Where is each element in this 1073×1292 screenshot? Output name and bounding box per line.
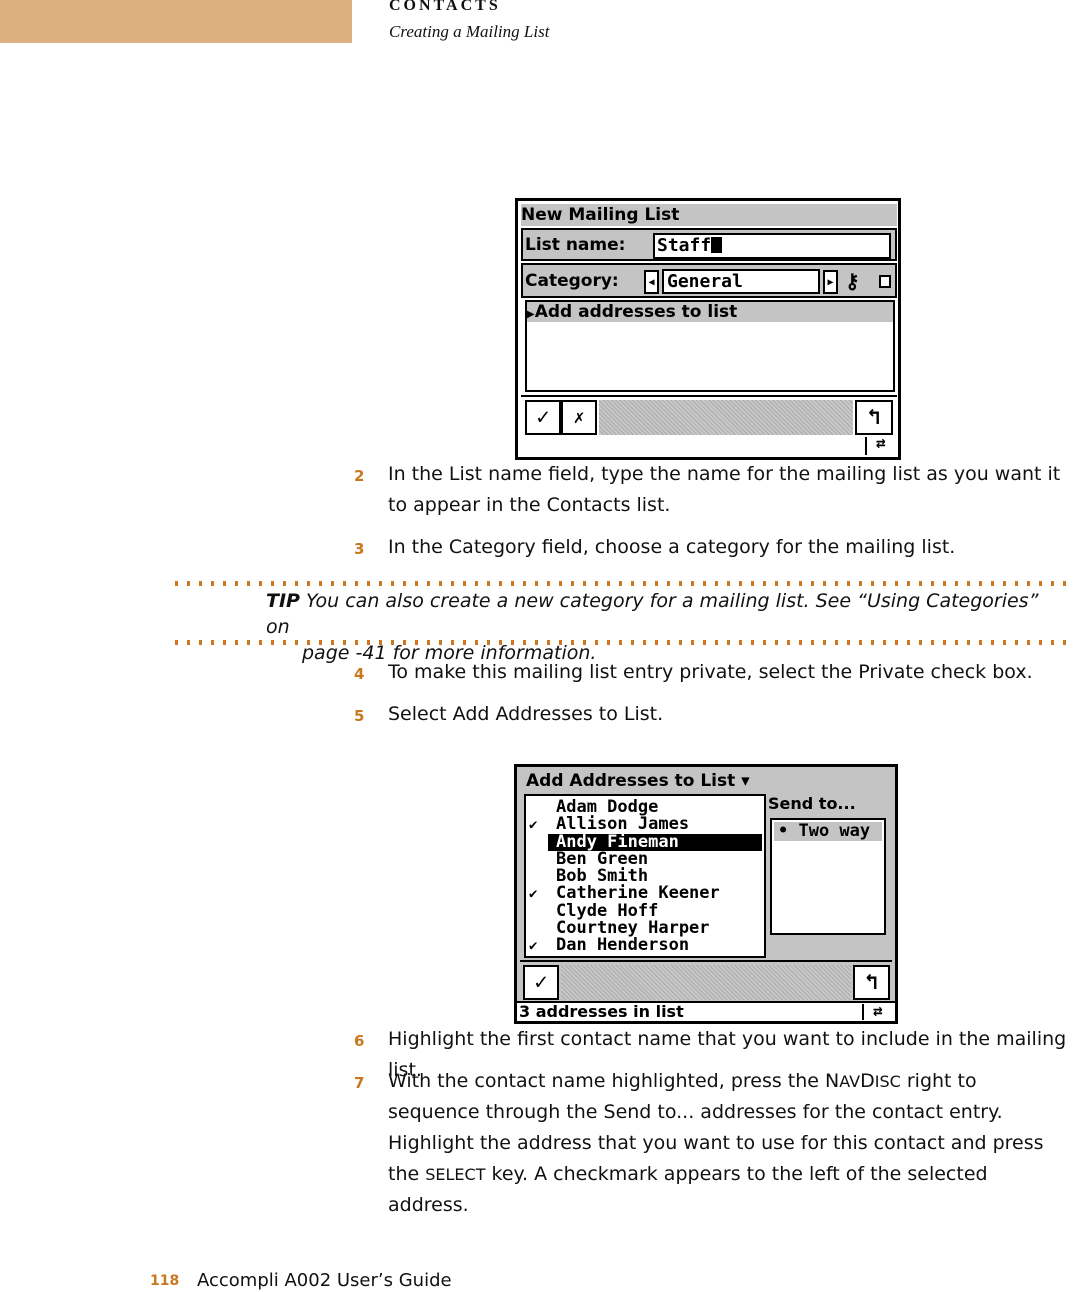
category-next-button[interactable]: ▶	[823, 270, 838, 294]
screen-title[interactable]: Add Addresses to List ▾	[526, 770, 750, 792]
category-select[interactable]: General	[662, 269, 820, 294]
swap-arrows-icon: ⇄	[873, 1001, 883, 1020]
private-checkbox[interactable]	[879, 275, 891, 288]
category-row: Category: ◀ General ▶ ⚷	[521, 263, 897, 298]
contact-row[interactable]: ✔ Allison James	[526, 814, 764, 835]
button-bar-spacer	[599, 400, 853, 435]
checkmark-icon: ✔	[529, 817, 538, 834]
tip-label: TIP	[266, 590, 300, 612]
section-title: CONTACTS	[389, 0, 501, 14]
return-arrow-icon[interactable]: ↰	[855, 400, 893, 435]
contact-name: Allison James	[556, 814, 690, 835]
contact-name: Dan Henderson	[556, 935, 690, 956]
chapter-tab	[0, 0, 352, 43]
send-to-list[interactable]: • Two way	[770, 818, 886, 935]
send-to-option[interactable]: • Two way	[774, 822, 882, 841]
step-4: 4 To make this mailing list entry private…	[354, 661, 1033, 683]
category-prev-button[interactable]: ◀	[644, 270, 659, 294]
swap-arrows-icon: ⇄	[876, 433, 886, 452]
add-addresses-screenshot: Add Addresses to List ▾ Adam Dodge ✔ Allis…	[514, 764, 898, 1024]
send-to-label: Send to...	[768, 794, 856, 813]
new-mailing-list-screenshot: New Mailing List List name: Staff Catego…	[515, 198, 901, 460]
add-addresses-item[interactable]: ▶Add addresses to list	[527, 302, 893, 322]
button-bar: ✓ ↰	[520, 960, 892, 1000]
category-label: Category:	[525, 271, 619, 291]
step-5: 5 Select Add Addresses to List.	[354, 703, 664, 725]
step-2: 2 In the List name field, type the name f…	[354, 463, 1061, 516]
step-3: 3 In the Category field, choose a categor…	[354, 536, 956, 558]
contact-row[interactable]: ✔ Dan Henderson	[526, 935, 764, 956]
checkmark-icon: ✔	[529, 886, 538, 903]
footer-title: Accompli A002 User’s Guide	[197, 1270, 452, 1291]
key-icon: ⚷	[845, 269, 860, 293]
status-divider	[865, 437, 867, 455]
step-7: 7 With the contact name highlighted, pres…	[354, 1070, 1044, 1216]
tip-divider-top	[175, 581, 1073, 586]
list-name-row: List name: Staff	[521, 228, 897, 261]
status-divider	[862, 1004, 864, 1020]
tip-box: TIP You can also create a new category f…	[266, 590, 1039, 664]
status-bar: 3 addresses in list ⇄	[517, 1001, 895, 1021]
page-number: 118	[150, 1273, 180, 1289]
list-name-input[interactable]: Staff	[653, 233, 891, 259]
checkmark-icon: ✔	[529, 938, 538, 955]
status-text: 3 addresses in list	[519, 1002, 684, 1021]
check-icon[interactable]: ✓	[523, 965, 559, 1000]
button-bar: ✓ ✗ ↰	[521, 395, 897, 435]
check-icon[interactable]: ✓	[525, 400, 561, 435]
list-name-label: List name:	[525, 235, 626, 255]
button-bar-spacer	[561, 965, 851, 1000]
return-arrow-icon[interactable]: ↰	[853, 965, 890, 1000]
no-private-icon[interactable]: ✗	[561, 400, 597, 435]
screen-title: New Mailing List	[521, 204, 897, 226]
section-subtitle: Creating a Mailing List	[389, 22, 550, 41]
tip-divider-bottom	[175, 640, 1073, 645]
contact-list[interactable]: Adam Dodge ✔ Allison James Andy Fineman Ben …	[524, 794, 766, 958]
options-list: ▶Add addresses to list	[525, 300, 895, 392]
